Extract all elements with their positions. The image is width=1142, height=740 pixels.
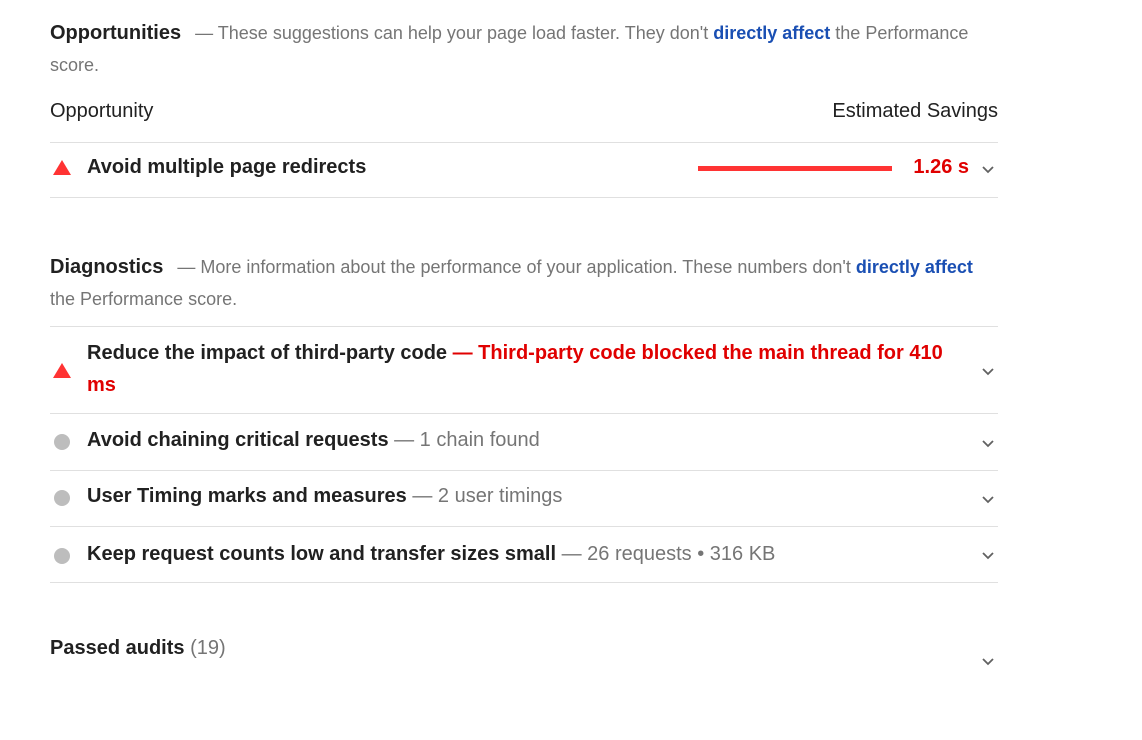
chevron-down-icon[interactable] bbox=[980, 435, 996, 451]
diagnostics-desc-prefix: — More information about the performance… bbox=[177, 257, 851, 277]
audit-row-avoid-redirects[interactable]: Avoid multiple page redirects 1.26 s bbox=[50, 143, 998, 198]
audit-title-text: Reduce the impact of third-party code bbox=[87, 342, 448, 364]
info-circle-icon bbox=[54, 548, 70, 564]
audit-title-text: User Timing marks and measures bbox=[87, 485, 407, 507]
savings-value: 1.26 s bbox=[913, 156, 969, 178]
info-circle-icon bbox=[54, 434, 70, 450]
opportunities-desc-prefix: — These suggestions can help your page l… bbox=[195, 23, 709, 43]
passed-audits-toggle[interactable]: Passed audits (19) bbox=[50, 637, 998, 671]
audit-row-request-counts[interactable]: Keep request counts low and transfer siz… bbox=[50, 527, 998, 583]
chevron-down-icon[interactable] bbox=[980, 363, 996, 379]
info-circle-icon bbox=[54, 490, 70, 506]
audit-detail-text: — 2 user timings bbox=[412, 485, 563, 507]
chevron-down-icon[interactable] bbox=[980, 547, 996, 563]
audit-row-critical-requests[interactable]: Avoid chaining critical requests — 1 cha… bbox=[50, 413, 998, 471]
chevron-down-icon[interactable] bbox=[980, 653, 996, 669]
fail-triangle-icon bbox=[53, 363, 71, 378]
audit-title: Reduce the impact of third-party code — … bbox=[87, 337, 947, 401]
column-estimated-savings: Estimated Savings bbox=[832, 100, 998, 122]
passed-audits-label: Passed audits bbox=[50, 637, 185, 659]
fail-triangle-icon bbox=[53, 160, 71, 175]
audit-row-third-party[interactable]: Reduce the impact of third-party code — … bbox=[50, 326, 998, 414]
diagnostics-header: Diagnostics — More information about the … bbox=[50, 251, 998, 315]
chevron-down-icon[interactable] bbox=[980, 161, 996, 177]
audit-title: Keep request counts low and transfer siz… bbox=[87, 538, 775, 570]
opportunity-table-header: Opportunity Estimated Savings bbox=[50, 98, 998, 143]
diagnostics-desc-suffix: the Performance score. bbox=[50, 289, 238, 309]
audit-title-text: Avoid multiple page redirects bbox=[87, 156, 367, 178]
column-opportunity: Opportunity bbox=[50, 100, 154, 122]
audit-detail-text: — 26 requests • 316 KB bbox=[561, 543, 776, 565]
audit-title: Avoid multiple page redirects bbox=[87, 151, 366, 183]
diagnostics-title: Diagnostics bbox=[50, 256, 164, 278]
audit-title-text: Avoid chaining critical requests bbox=[87, 429, 389, 451]
audit-detail-text: — 1 chain found bbox=[394, 429, 540, 451]
opportunities-header: Opportunities — These suggestions can hel… bbox=[50, 17, 998, 81]
audit-title: Avoid chaining critical requests — 1 cha… bbox=[87, 424, 540, 456]
audit-title-text: Keep request counts low and transfer siz… bbox=[87, 543, 557, 565]
audit-row-user-timing[interactable]: User Timing marks and measures — 2 user … bbox=[50, 471, 998, 527]
opportunities-directly-affect-link[interactable]: directly affect bbox=[713, 23, 830, 43]
passed-audits-count: (19) bbox=[190, 637, 226, 659]
chevron-down-icon[interactable] bbox=[980, 491, 996, 507]
opportunities-title: Opportunities bbox=[50, 22, 182, 44]
savings-bar bbox=[698, 166, 892, 171]
audit-title: User Timing marks and measures — 2 user … bbox=[87, 480, 562, 512]
diagnostics-directly-affect-link[interactable]: directly affect bbox=[856, 257, 973, 277]
